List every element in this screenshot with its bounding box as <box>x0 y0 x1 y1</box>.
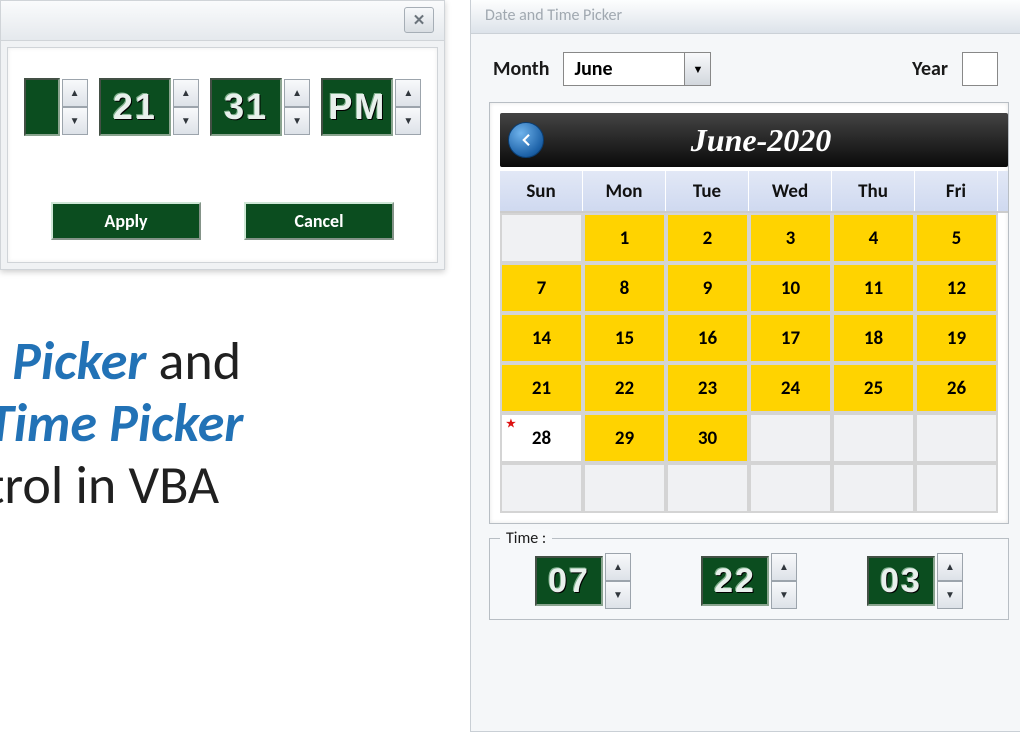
spinner-up-icon[interactable]: ▲ <box>771 553 797 581</box>
spinner-value: 22 <box>701 556 769 606</box>
day-cell[interactable]: 30 <box>666 413 749 463</box>
time2-spinner-1: 22▲▼ <box>701 553 797 609</box>
chevron-down-icon[interactable]: ▼ <box>684 53 710 85</box>
spinner-down-icon[interactable]: ▼ <box>771 581 797 609</box>
spinner-down-icon[interactable]: ▼ <box>173 107 199 135</box>
day-cell <box>666 463 749 513</box>
day-cell[interactable]: 11 <box>832 263 915 313</box>
day-cell[interactable]: 23 <box>666 363 749 413</box>
time-picker-titlebar: ✕ <box>1 1 444 41</box>
time-panel: Time : 07▲▼22▲▼03▲▼ <box>489 538 1009 620</box>
time-spinner-3: PM▲▼ <box>321 78 421 136</box>
spinner-up-icon[interactable]: ▲ <box>173 79 199 107</box>
day-cell[interactable]: 29 <box>583 413 666 463</box>
spinner-down-icon[interactable]: ▼ <box>284 107 310 135</box>
day-cell <box>500 213 583 263</box>
spinner-up-icon[interactable]: ▲ <box>284 79 310 107</box>
headline-part3: te Time Picker <box>0 390 243 456</box>
spinner-down-icon[interactable]: ▼ <box>937 581 963 609</box>
month-year-row: Month June ▼ Year <box>471 34 1020 98</box>
time-picker-window: ✕ ▲▼21▲▼31▲▼PM▲▼ Apply Cancel <box>0 0 445 270</box>
spinner-value: 31 <box>210 78 282 136</box>
day-cell <box>749 463 832 513</box>
dow-header: Fri <box>915 171 998 211</box>
day-cell <box>915 463 998 513</box>
day-cell[interactable]: 24 <box>749 363 832 413</box>
headline-part1: me Picker <box>0 328 146 394</box>
day-cell[interactable]: 22 <box>583 363 666 413</box>
time-spinner-0: ▲▼ <box>24 78 88 136</box>
spinner-value <box>24 78 60 136</box>
day-cell[interactable]: 15 <box>583 313 666 363</box>
date-picker-window: Date and Time Picker Month June ▼ Year J… <box>470 0 1020 732</box>
spinner-up-icon[interactable]: ▲ <box>395 79 421 107</box>
dow-header: Tue <box>666 171 749 211</box>
day-cell[interactable]: 21 <box>500 363 583 413</box>
spinner-down-icon[interactable]: ▼ <box>62 107 88 135</box>
day-cell <box>832 463 915 513</box>
day-cell[interactable]: 25 <box>832 363 915 413</box>
day-cell[interactable]: 28 <box>500 413 583 463</box>
dow-header: Sun <box>500 171 583 211</box>
time-spinner-2: 31▲▼ <box>210 78 310 136</box>
day-cell[interactable]: 8 <box>583 263 666 313</box>
day-cell[interactable]: 19 <box>915 313 998 363</box>
spinner-value: 21 <box>99 78 171 136</box>
cancel-button[interactable]: Cancel <box>244 202 394 240</box>
day-cell[interactable]: 12 <box>915 263 998 313</box>
spinner-value: PM <box>321 78 393 136</box>
headline-text: me Picker and te Time Picker ontrol in V… <box>0 330 470 516</box>
day-cell <box>915 413 998 463</box>
spinner-value: 03 <box>867 556 935 606</box>
day-cell <box>749 413 832 463</box>
spinner-up-icon[interactable]: ▲ <box>605 553 631 581</box>
day-cell <box>500 463 583 513</box>
apply-button[interactable]: Apply <box>51 202 201 240</box>
headline-part4: ontrol in VBA <box>0 452 219 518</box>
day-cell <box>832 413 915 463</box>
time2-spinner-2: 03▲▼ <box>867 553 963 609</box>
month-value: June <box>574 57 612 81</box>
day-cell[interactable]: 10 <box>749 263 832 313</box>
month-label: Month <box>493 57 549 81</box>
year-input[interactable] <box>962 52 998 86</box>
day-cell <box>583 463 666 513</box>
spinner-up-icon[interactable]: ▲ <box>62 79 88 107</box>
time-picker-body: ▲▼21▲▼31▲▼PM▲▼ Apply Cancel <box>7 47 438 263</box>
headline-part2: and <box>146 328 241 394</box>
day-cell[interactable]: 9 <box>666 263 749 313</box>
spinner-down-icon[interactable]: ▼ <box>605 581 631 609</box>
dow-header: Thu <box>832 171 915 211</box>
spinner-up-icon[interactable]: ▲ <box>937 553 963 581</box>
time2-spinner-0: 07▲▼ <box>535 553 631 609</box>
day-cell[interactable]: 1 <box>583 213 666 263</box>
day-cell[interactable]: 7 <box>500 263 583 313</box>
day-cell[interactable]: 2 <box>666 213 749 263</box>
spinner-down-icon[interactable]: ▼ <box>395 107 421 135</box>
dow-header: Wed <box>749 171 832 211</box>
day-cell[interactable]: 14 <box>500 313 583 363</box>
time-legend: Time : <box>500 529 552 548</box>
close-icon[interactable]: ✕ <box>404 7 434 33</box>
time-spinner-1: 21▲▼ <box>99 78 199 136</box>
day-cell[interactable]: 4 <box>832 213 915 263</box>
day-cell[interactable]: 5 <box>915 213 998 263</box>
dow-header: Mon <box>583 171 666 211</box>
back-icon[interactable] <box>508 122 544 158</box>
date-picker-titlebar: Date and Time Picker <box>471 0 1020 34</box>
day-cell[interactable]: 3 <box>749 213 832 263</box>
spinner-value: 07 <box>535 556 603 606</box>
day-cell[interactable]: 26 <box>915 363 998 413</box>
day-cell[interactable]: 18 <box>832 313 915 363</box>
day-cell[interactable]: 16 <box>666 313 749 363</box>
year-label: Year <box>912 57 948 81</box>
calendar-panel: June-2020 SunMonTueWedThuFri 12345789101… <box>489 102 1009 524</box>
calendar-title: June-2020 <box>544 122 1008 159</box>
day-cell[interactable]: 17 <box>749 313 832 363</box>
calendar-header: June-2020 <box>500 113 1008 167</box>
month-combobox[interactable]: June ▼ <box>563 52 711 86</box>
